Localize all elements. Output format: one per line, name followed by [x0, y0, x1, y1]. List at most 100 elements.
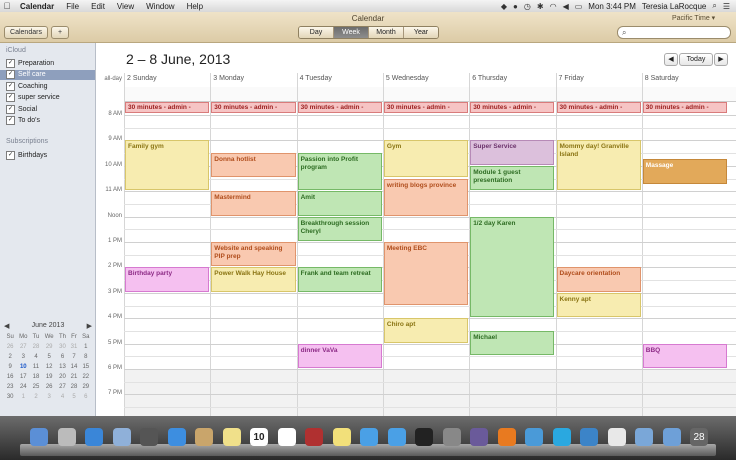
mini-day[interactable]: 14 — [68, 362, 79, 372]
mini-day[interactable]: 11 — [30, 362, 41, 372]
menu-window[interactable]: Window — [140, 2, 180, 11]
mini-day[interactable]: 27 — [16, 342, 30, 352]
contacts-icon[interactable] — [195, 428, 213, 446]
sidebar-item[interactable]: ✓ super service — [6, 93, 92, 103]
calendar-event[interactable]: Amit — [297, 191, 382, 216]
reminders-icon[interactable] — [277, 428, 296, 446]
calendar-event[interactable]: Chiro apt — [383, 318, 469, 343]
itunes2-icon[interactable] — [387, 428, 406, 446]
stickies-icon[interactable] — [332, 428, 351, 446]
all-day-event[interactable]: 30 minutes - admin - see... — [642, 102, 728, 113]
folder-icon[interactable] — [635, 428, 653, 446]
facetime-icon[interactable] — [140, 428, 158, 446]
mini-day[interactable]: 17 — [16, 372, 30, 382]
calendar-event[interactable]: Daycare orientation — [556, 267, 641, 292]
calendar-event[interactable]: Breakthrough session Cheryl — [297, 216, 382, 241]
calendar-event[interactable]: Michael — [470, 330, 555, 356]
mini-day[interactable]: 5 — [68, 392, 79, 402]
calendar-event[interactable]: Module 1 guest presentation — [470, 165, 555, 191]
skype-status-icon[interactable]: ● — [513, 2, 518, 11]
mini-day[interactable]: 3 — [42, 392, 57, 402]
calendar-event[interactable]: Mastermind — [211, 191, 296, 216]
mini-day[interactable]: 15 — [80, 362, 92, 372]
sidebar-item[interactable]: ✓ Social — [6, 104, 92, 114]
mini-day[interactable]: 2 — [30, 392, 41, 402]
sidebar-item[interactable]: ✓ Self care — [0, 69, 95, 80]
calendar-event[interactable]: Super Service — [470, 140, 555, 165]
menu-help[interactable]: Help — [181, 2, 209, 11]
all-day-event[interactable]: 30 minutes - admin - see... — [556, 102, 641, 113]
mail-icon[interactable] — [112, 428, 131, 446]
day-header[interactable]: 4 Tuesday — [297, 73, 383, 85]
mini-day[interactable]: 21 — [68, 372, 79, 382]
menu-edit[interactable]: Edit — [85, 2, 111, 11]
mini-day[interactable]: 23 — [4, 382, 16, 392]
calendar-event[interactable]: BBQ — [642, 343, 728, 368]
dropbox-status-icon[interactable]: ◆ — [501, 2, 507, 11]
pencil-icon[interactable] — [470, 428, 488, 446]
mini-prev-icon[interactable]: ◀ — [4, 322, 9, 330]
mini-day[interactable]: 6 — [80, 392, 92, 402]
calendar-event[interactable]: Power Walk Hay House — [211, 267, 296, 292]
mini-day[interactable]: 28 — [68, 382, 79, 392]
calendar-event[interactable]: Birthday party — [125, 267, 210, 292]
mini-day[interactable]: 20 — [57, 372, 69, 382]
bluetooth-icon[interactable]: ✱ — [537, 2, 544, 11]
finder-icon[interactable] — [30, 428, 48, 446]
firefox-icon[interactable] — [497, 428, 516, 446]
mini-day[interactable]: 8 — [80, 352, 92, 362]
mini-day[interactable]: 30 — [57, 342, 69, 352]
safari-icon[interactable] — [167, 428, 186, 446]
day-header[interactable]: 6 Thursday — [469, 73, 555, 85]
mini-day[interactable]: 2 — [4, 352, 16, 362]
checkbox[interactable]: ✓ — [6, 81, 15, 91]
tab-year[interactable]: Year — [404, 27, 438, 38]
mini-day[interactable]: 5 — [42, 352, 57, 362]
calendar-event[interactable]: Mommy day! Granville Island — [556, 140, 641, 191]
all-day-event[interactable]: 30 minutes - admin - see... — [470, 102, 555, 113]
calendars-button[interactable]: Calendars — [4, 26, 48, 39]
mini-day[interactable]: 7 — [68, 352, 79, 362]
notification-center-icon[interactable]: ☰ — [723, 2, 730, 11]
menu-view[interactable]: View — [111, 2, 140, 11]
calendar-event[interactable]: Gym — [383, 140, 469, 178]
day-header[interactable]: 2 Sunday — [124, 73, 210, 85]
all-day-event[interactable]: 30 minutes - admin - see... — [125, 102, 210, 113]
trash-icon[interactable]: 28 — [690, 428, 708, 446]
menu-app-calendar[interactable]: Calendar — [14, 2, 60, 11]
notes-icon[interactable] — [222, 428, 241, 446]
itunes-icon[interactable] — [360, 428, 378, 446]
calendar-event[interactable]: Meeting EBC — [383, 242, 469, 305]
calendar-event[interactable]: Kenny apt — [556, 292, 641, 318]
calendar-event[interactable]: dinner VaVa — [297, 343, 382, 368]
today-button[interactable]: Today — [679, 53, 713, 66]
mini-day[interactable]: 31 — [68, 342, 79, 352]
add-event-button[interactable]: + — [51, 26, 69, 39]
menu-file[interactable]: File — [60, 2, 85, 11]
mini-day[interactable]: 16 — [4, 372, 16, 382]
sidebar-item[interactable]: ✓ Coaching — [6, 81, 92, 91]
calendar-event[interactable]: Website and speaking PIP prep — [211, 242, 296, 267]
calendar-event[interactable]: Family gym — [125, 140, 210, 191]
mini-day[interactable]: 4 — [57, 392, 69, 402]
mini-day[interactable]: 25 — [30, 382, 41, 392]
mini-day[interactable]: 1 — [80, 342, 92, 352]
docs-icon[interactable] — [607, 428, 626, 446]
apple-icon[interactable]:  — [0, 1, 14, 11]
mini-day[interactable]: 9 — [4, 362, 16, 372]
checkbox[interactable]: ✓ — [6, 58, 15, 68]
mini-day[interactable]: 22 — [80, 372, 92, 382]
mini-next-icon[interactable]: ▶ — [87, 322, 92, 330]
search-input[interactable]: ⌕ — [617, 26, 731, 39]
mini-day[interactable]: 28 — [30, 342, 41, 352]
sidebar-item[interactable]: ✓ Birthdays — [6, 150, 92, 160]
menu-clock[interactable]: Mon 3:44 PM — [588, 2, 636, 11]
dropbox-icon[interactable] — [525, 428, 543, 446]
checkbox[interactable]: ✓ — [6, 116, 15, 125]
mini-day[interactable]: 29 — [42, 342, 57, 352]
mini-day[interactable]: 4 — [30, 352, 41, 362]
tab-day[interactable]: Day — [299, 27, 334, 38]
mini-day[interactable]: 27 — [57, 382, 69, 392]
day-header[interactable]: 8 Saturday — [642, 73, 728, 85]
preview-icon[interactable] — [442, 428, 461, 446]
